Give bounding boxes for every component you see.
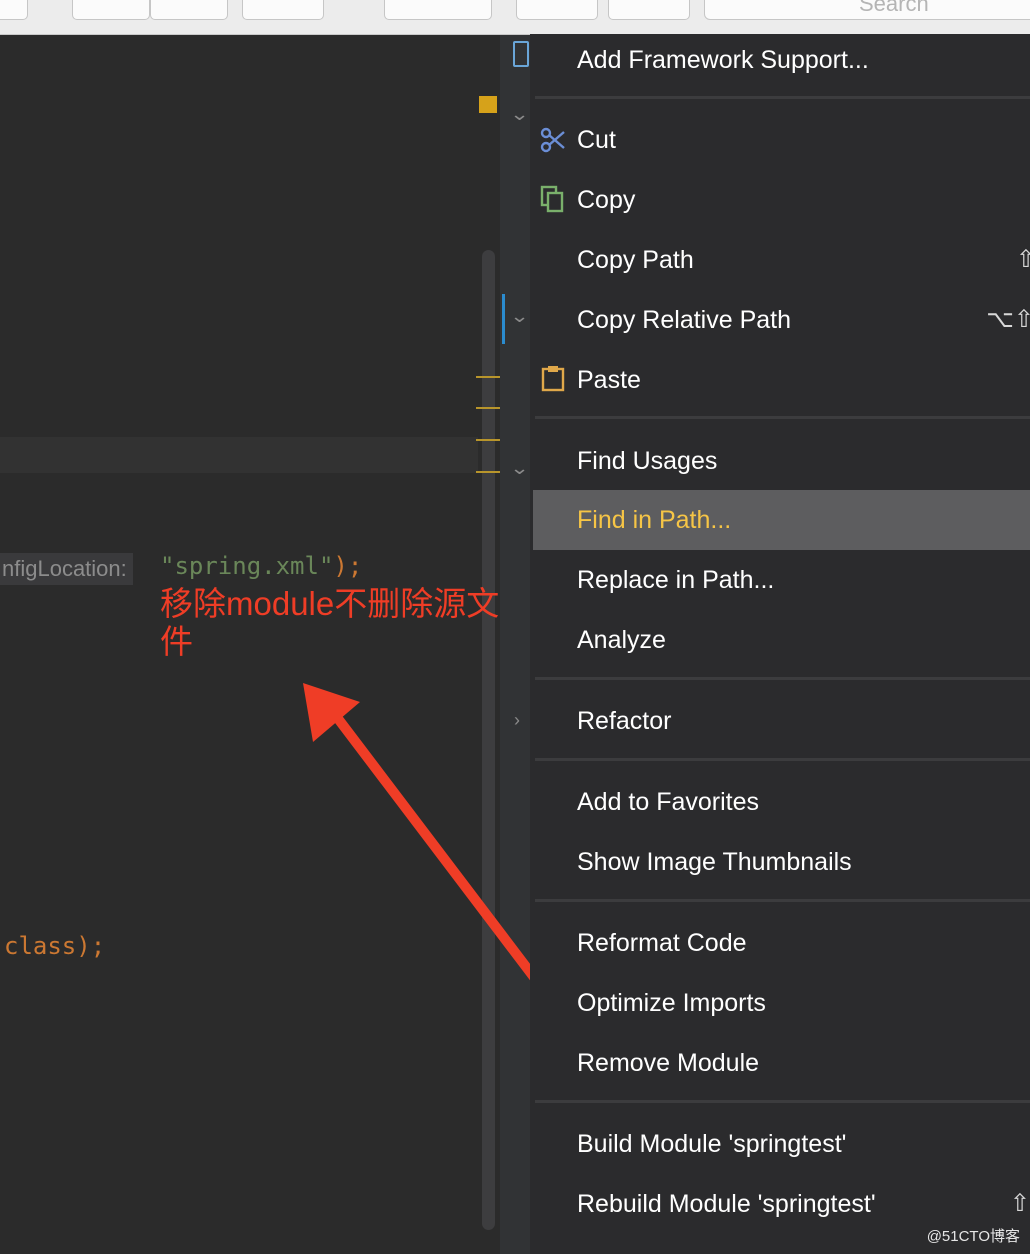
fold-chevron-down-icon[interactable]: ⌄ bbox=[510, 306, 530, 327]
current-line-highlight bbox=[0, 437, 478, 473]
menu-item-label: Copy Path bbox=[577, 246, 694, 274]
menu-item-label: Rebuild Module 'springtest' bbox=[577, 1190, 876, 1218]
menu-item-label: Find Usages bbox=[577, 447, 718, 475]
menu-item-refactor[interactable]: Refactor bbox=[530, 691, 1030, 751]
menu-item-shortcut: ⌥⇧ bbox=[986, 306, 1030, 333]
search-field[interactable]: Search bbox=[704, 0, 1030, 20]
menu-item-copy[interactable]: Copy bbox=[530, 170, 1030, 230]
menu-item-analyze[interactable]: Analyze bbox=[530, 610, 1030, 670]
menu-item-build-module[interactable]: Build Module 'springtest' bbox=[530, 1114, 1030, 1174]
menu-separator bbox=[535, 416, 1030, 419]
menu-item-cut[interactable]: Cut bbox=[530, 110, 1030, 170]
toolbar-button[interactable] bbox=[384, 0, 492, 20]
toolbar-button[interactable] bbox=[608, 0, 690, 20]
menu-item-label: Refactor bbox=[577, 707, 672, 735]
file-tab-icon bbox=[513, 41, 529, 67]
menu-item-shortcut: ⇧ bbox=[1015, 246, 1030, 273]
toolbar-button[interactable] bbox=[242, 0, 324, 20]
toolbar-button[interactable] bbox=[516, 0, 598, 20]
menu-item-label: Analyze bbox=[577, 626, 666, 654]
menu-item-replace-in-path[interactable]: Replace in Path... bbox=[530, 550, 1030, 610]
chevron-right-icon[interactable]: › bbox=[514, 710, 520, 731]
menu-item-label: Replace in Path... bbox=[577, 566, 775, 594]
menu-separator bbox=[535, 677, 1030, 680]
menu-item-paste[interactable]: Paste bbox=[530, 350, 1030, 410]
scissors-icon bbox=[540, 127, 565, 153]
menu-item-label: Remove Module bbox=[577, 1049, 760, 1077]
statement-end: ); bbox=[333, 552, 363, 580]
warning-marker[interactable] bbox=[479, 96, 497, 113]
menu-item-label: Add Framework Support... bbox=[577, 46, 869, 74]
class-keyword: class bbox=[4, 932, 77, 960]
menu-item-remove-module[interactable]: Remove Module bbox=[530, 1033, 1030, 1093]
menu-item-label: Copy bbox=[577, 186, 636, 214]
error-stripe-mark[interactable] bbox=[476, 439, 500, 441]
editor-scrollbar[interactable] bbox=[482, 250, 495, 1230]
menu-item-show-image-thumbnails[interactable]: Show Image Thumbnails bbox=[530, 832, 1030, 892]
menu-item-label: Cut bbox=[577, 126, 616, 154]
statement-end: ); bbox=[76, 932, 106, 960]
code-line-spring: "spring.xml"); bbox=[160, 552, 362, 580]
vcs-change-marker[interactable] bbox=[502, 294, 505, 344]
watermark: @51CTO博客 bbox=[926, 1228, 1020, 1245]
string-literal: "spring.xml" bbox=[160, 552, 334, 580]
menu-item-label: Show Image Thumbnails bbox=[577, 848, 852, 876]
zoom-in-button[interactable] bbox=[72, 0, 150, 20]
menu-item-add-to-favorites[interactable]: Add to Favorites bbox=[530, 772, 1030, 832]
code-line-class: class); bbox=[4, 932, 105, 960]
annotation-text: 移除module不删除源文件 bbox=[160, 585, 500, 660]
menu-item-label: Find in Path... bbox=[577, 506, 732, 534]
menu-item-add-framework-support[interactable]: Add Framework Support... bbox=[530, 30, 1030, 90]
menu-item-optimize-imports[interactable]: Optimize Imports bbox=[530, 973, 1030, 1033]
menu-item-reformat-code[interactable]: Reformat Code bbox=[530, 913, 1030, 973]
search-placeholder: Search bbox=[859, 0, 929, 16]
menu-separator bbox=[535, 758, 1030, 761]
menu-item-label: Optimize Imports bbox=[577, 989, 766, 1017]
fold-chevron-down-icon[interactable]: ⌄ bbox=[510, 104, 530, 125]
context-menu: Add Framework Support... Cut Copy Copy P… bbox=[530, 34, 1030, 1254]
menu-item-label: Add to Favorites bbox=[577, 788, 760, 816]
menu-item-label: Paste bbox=[577, 366, 641, 394]
menu-item-label: Reformat Code bbox=[577, 929, 747, 957]
zoom-out-button[interactable] bbox=[150, 0, 228, 20]
menu-item-copy-path[interactable]: Copy Path ⇧ bbox=[530, 230, 1030, 290]
menu-item-label: Copy Relative Path bbox=[577, 306, 792, 334]
menu-item-copy-relative-path[interactable]: Copy Relative Path ⌥⇧ bbox=[530, 290, 1030, 350]
error-stripe-mark[interactable] bbox=[476, 376, 500, 378]
fold-chevron-down-icon[interactable]: ⌄ bbox=[510, 458, 530, 479]
menu-separator bbox=[535, 96, 1030, 99]
menu-separator bbox=[535, 899, 1030, 902]
error-stripe-mark[interactable] bbox=[476, 407, 500, 409]
clipboard-icon bbox=[541, 366, 565, 392]
menu-item-find-in-path[interactable]: Find in Path... bbox=[533, 490, 1030, 550]
parameter-hint: nfigLocation: bbox=[0, 553, 133, 585]
menu-item-find-usages[interactable]: Find Usages bbox=[530, 431, 1030, 491]
error-stripe-mark[interactable] bbox=[476, 471, 500, 473]
menu-separator bbox=[535, 1100, 1030, 1103]
toolbar-button[interactable] bbox=[0, 0, 28, 20]
menu-item-label: Build Module 'springtest' bbox=[577, 1130, 847, 1158]
copy-icon bbox=[540, 185, 564, 213]
